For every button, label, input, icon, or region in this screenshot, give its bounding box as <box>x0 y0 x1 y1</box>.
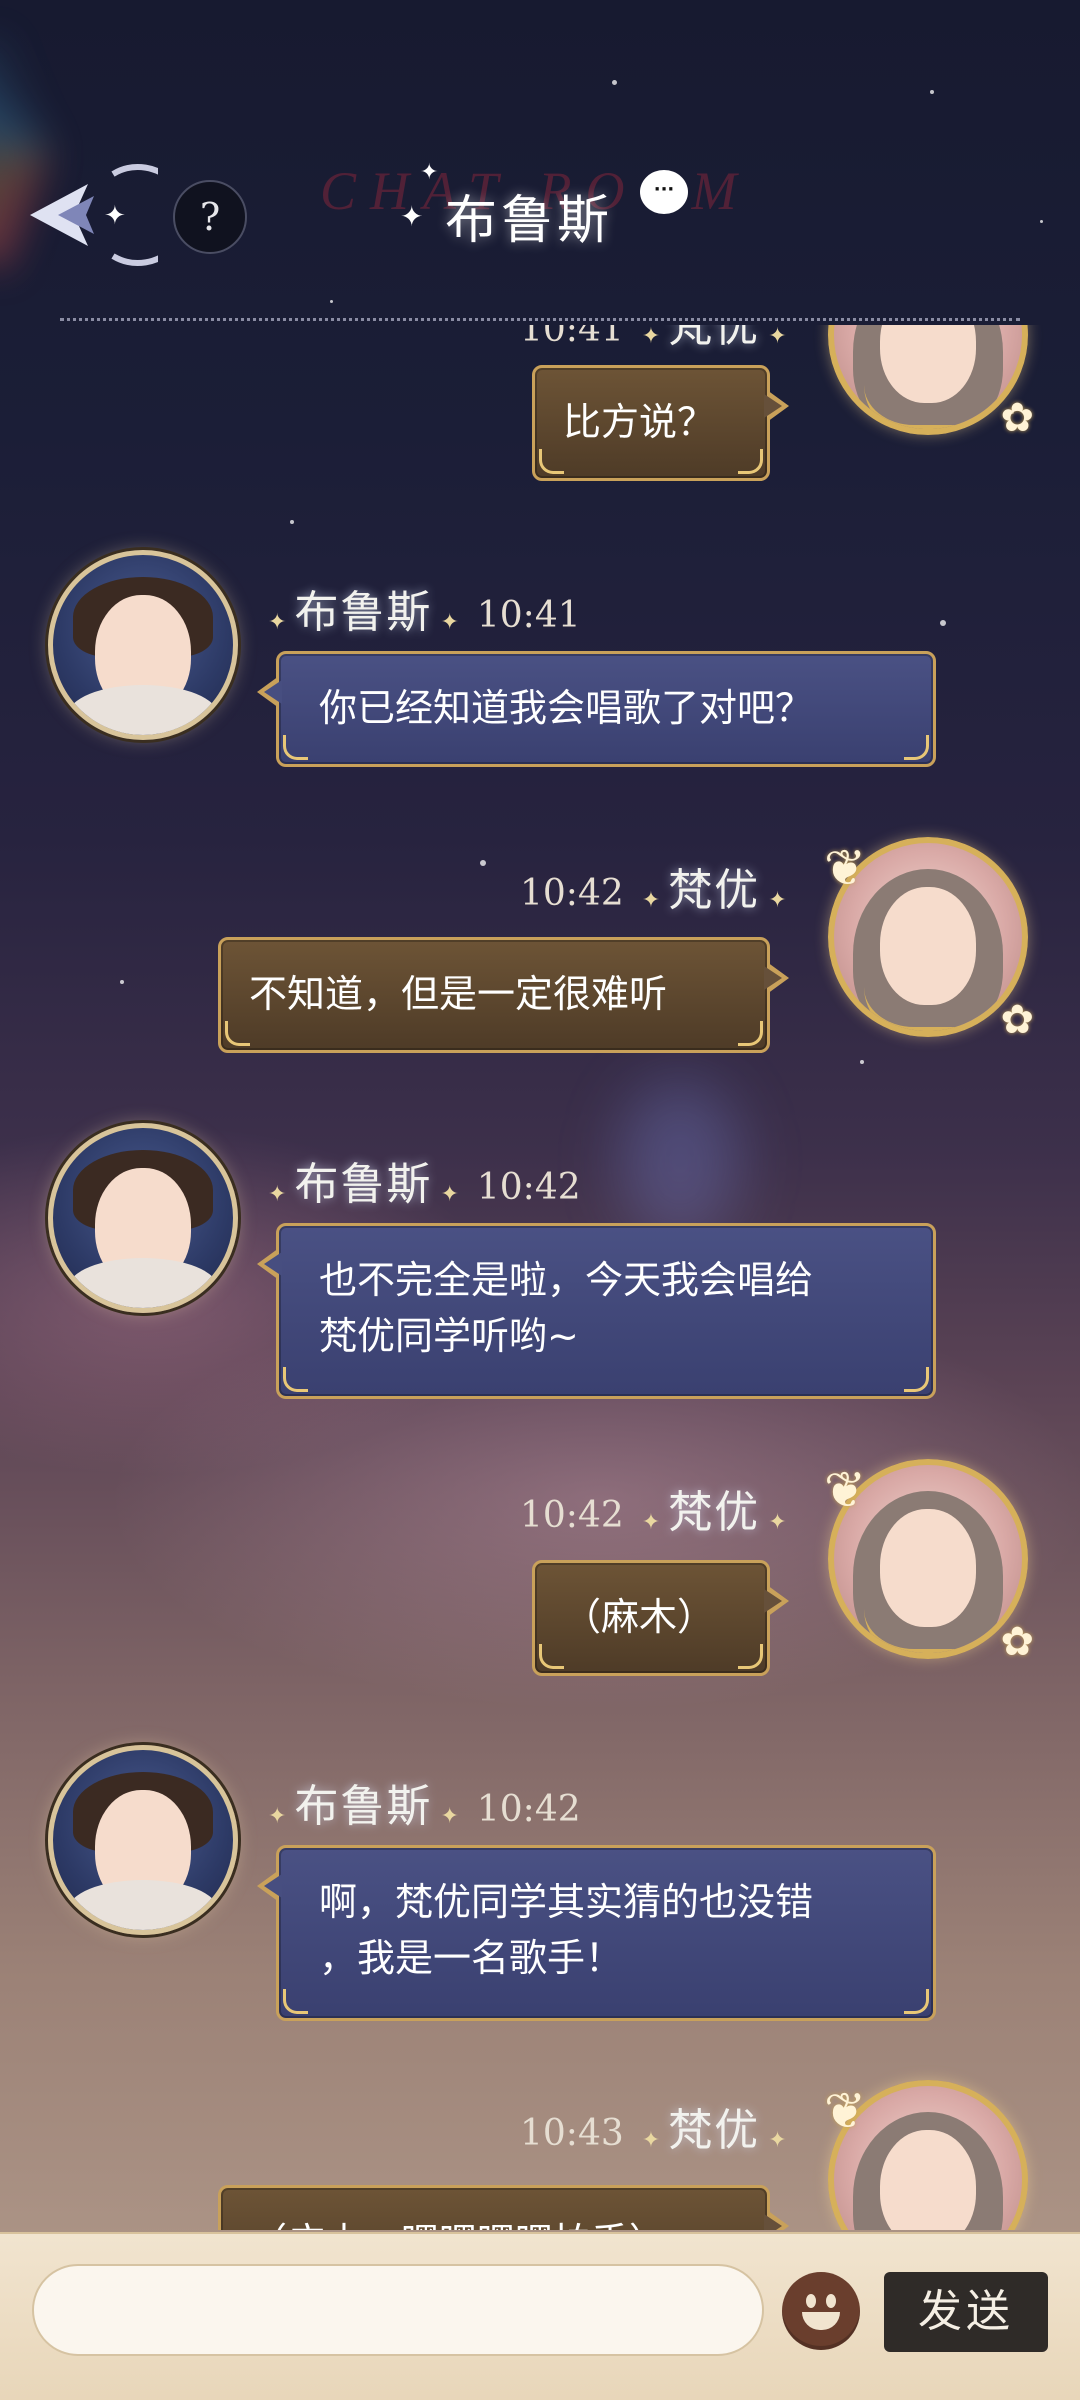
chat-header: ✦ ? CHAT ROOM ✦ ✦ 布鲁斯 ··· <box>0 0 1080 321</box>
send-button[interactable]: 发送 <box>884 2272 1048 2352</box>
message-time: 10:42 <box>476 1167 581 1208</box>
message-bubble[interactable]: 你已经知道我会唱歌了对吧？ <box>257 651 936 767</box>
message-bubble[interactable]: （广木，嘿嘿嘿嘿拍手） <box>218 2185 789 2230</box>
flower-icon: ✿ <box>1000 997 1034 1043</box>
diamond-icon: ✦ <box>768 325 787 349</box>
diamond-icon: ✦ <box>641 1509 661 1535</box>
message-text: 不知道，但是一定很难听 <box>249 972 668 1016</box>
sender-name: 布鲁斯 <box>294 1781 433 1832</box>
diamond-icon: ✦ <box>268 609 287 635</box>
message-text: （麻木） <box>563 1595 716 1639</box>
bow-icon: ❦ <box>824 2082 866 2140</box>
diamond-icon: ✦ <box>768 1509 787 1535</box>
flower-icon: ✿ <box>1000 1619 1034 1665</box>
message-time: 10:43 <box>520 2113 624 2154</box>
bruce-avatar[interactable] <box>48 1123 238 1313</box>
diamond-icon: ✦ <box>768 2127 787 2153</box>
fanyou-avatar[interactable]: ❦ ✿ <box>828 325 1034 445</box>
message-text-line: 也不完全是啦，今天我会唱给 <box>319 1258 814 1302</box>
sender-name: 布鲁斯 <box>294 587 433 638</box>
back-arrow-icon: ✦ <box>30 164 189 266</box>
message-bubble[interactable]: 不知道，但是一定很难听 <box>218 937 789 1053</box>
message-meta: ✦ 布鲁斯 ✦ 10:41 <box>260 583 591 643</box>
message-text-line: ，我是一名歌手！ <box>319 1936 624 1980</box>
message-input[interactable] <box>32 2264 764 2356</box>
message-bubble[interactable]: （麻木） <box>532 1560 789 1676</box>
message-list[interactable]: 10:41✦梵优✦ ❦ ✿ 比方说？ ✦布鲁斯✦10:41 你已经知道我会唱 <box>0 325 1080 2230</box>
chat-title: 布鲁斯 <box>445 191 614 251</box>
diamond-icon: ✦ <box>641 2127 661 2153</box>
diamond-icon: ✦ <box>440 1803 459 1829</box>
message-meta: 10:42 ✦ 梵优 ✦ <box>510 861 795 921</box>
diamond-icon: ✦ <box>268 1181 287 1207</box>
message-time: 10:42 <box>476 1789 581 1830</box>
sender-name: 梵优 <box>668 865 761 916</box>
fanyou-avatar[interactable]: ❦ ✿ <box>824 1459 1034 1669</box>
message-time: 10:42 <box>520 873 624 914</box>
message-text: 比方说？ <box>563 400 716 444</box>
diamond-icon: ✦ <box>641 887 661 913</box>
chat-screen: ✦ ? CHAT ROOM ✦ ✦ 布鲁斯 ··· 10:41✦梵优✦ ❦ ✿ … <box>0 0 1080 2400</box>
message-bubble[interactable]: 也不完全是啦，今天我会唱给 梵优同学听哟~ <box>257 1223 936 1399</box>
bow-icon: ❦ <box>824 839 866 897</box>
message-meta: ✦ 布鲁斯 ✦ 10:42 <box>260 1777 591 1837</box>
svg-text:✦: ✦ <box>104 201 126 231</box>
message-text: （广木，嘿嘿嘿嘿拍手） <box>249 2214 739 2230</box>
diamond-icon: ✦ <box>440 609 459 635</box>
sparkle-icon: ✦ <box>420 160 439 185</box>
sender-name: 梵优 <box>668 325 761 352</box>
emoji-button[interactable] <box>782 2272 860 2350</box>
message-meta: 10:42 ✦ 梵优 ✦ <box>510 1483 795 1543</box>
fanyou-avatar[interactable]: ❦ ✿ <box>824 837 1034 1047</box>
message-text-line: 啊，梵优同学其实猜的也没错 <box>319 1880 814 1924</box>
back-button[interactable]: ✦ <box>18 160 189 270</box>
message-text: 你已经知道我会唱歌了对吧？ <box>319 686 814 730</box>
bruce-avatar[interactable] <box>48 550 238 740</box>
bruce-avatar[interactable] <box>48 1745 238 1935</box>
message-meta: 10:41 ✦ 梵优 ✦ <box>510 325 795 357</box>
diamond-icon: ✦ <box>268 1803 287 1829</box>
bow-icon: ❦ <box>824 1461 866 1519</box>
diamond-icon: ✦ <box>641 325 661 349</box>
help-button[interactable]: ? <box>173 180 247 254</box>
message-meta: 10:43 ✦ 梵优 ✦ <box>510 2101 795 2161</box>
sparkle-icon: ✦ <box>400 200 424 233</box>
message-time: 10:42 <box>520 1495 624 1536</box>
sender-name: 梵优 <box>668 2105 761 2156</box>
diamond-icon: ✦ <box>768 887 787 913</box>
message-time: 10:41 <box>476 595 581 636</box>
fanyou-avatar[interactable]: ❦ <box>824 2080 1028 2230</box>
message-text-line: 梵优同学听哟~ <box>319 1314 579 1358</box>
header-divider <box>60 318 1020 321</box>
diamond-icon: ✦ <box>440 1181 459 1207</box>
sender-name: 梵优 <box>668 1487 761 1538</box>
input-bar: 发送 <box>0 2232 1080 2400</box>
chat-bubble-icon: ··· <box>640 170 688 214</box>
message-bubble[interactable]: 啊，梵优同学其实猜的也没错 ，我是一名歌手！ <box>257 1845 936 2021</box>
message-bubble[interactable]: 比方说？ <box>532 365 789 481</box>
message-time: 10:41 <box>520 325 624 350</box>
sender-name: 布鲁斯 <box>294 1159 433 1210</box>
flower-icon: ✿ <box>1000 395 1034 441</box>
emoji-icon <box>806 2294 816 2308</box>
message-meta: ✦ 布鲁斯 ✦ 10:42 <box>260 1155 591 1215</box>
